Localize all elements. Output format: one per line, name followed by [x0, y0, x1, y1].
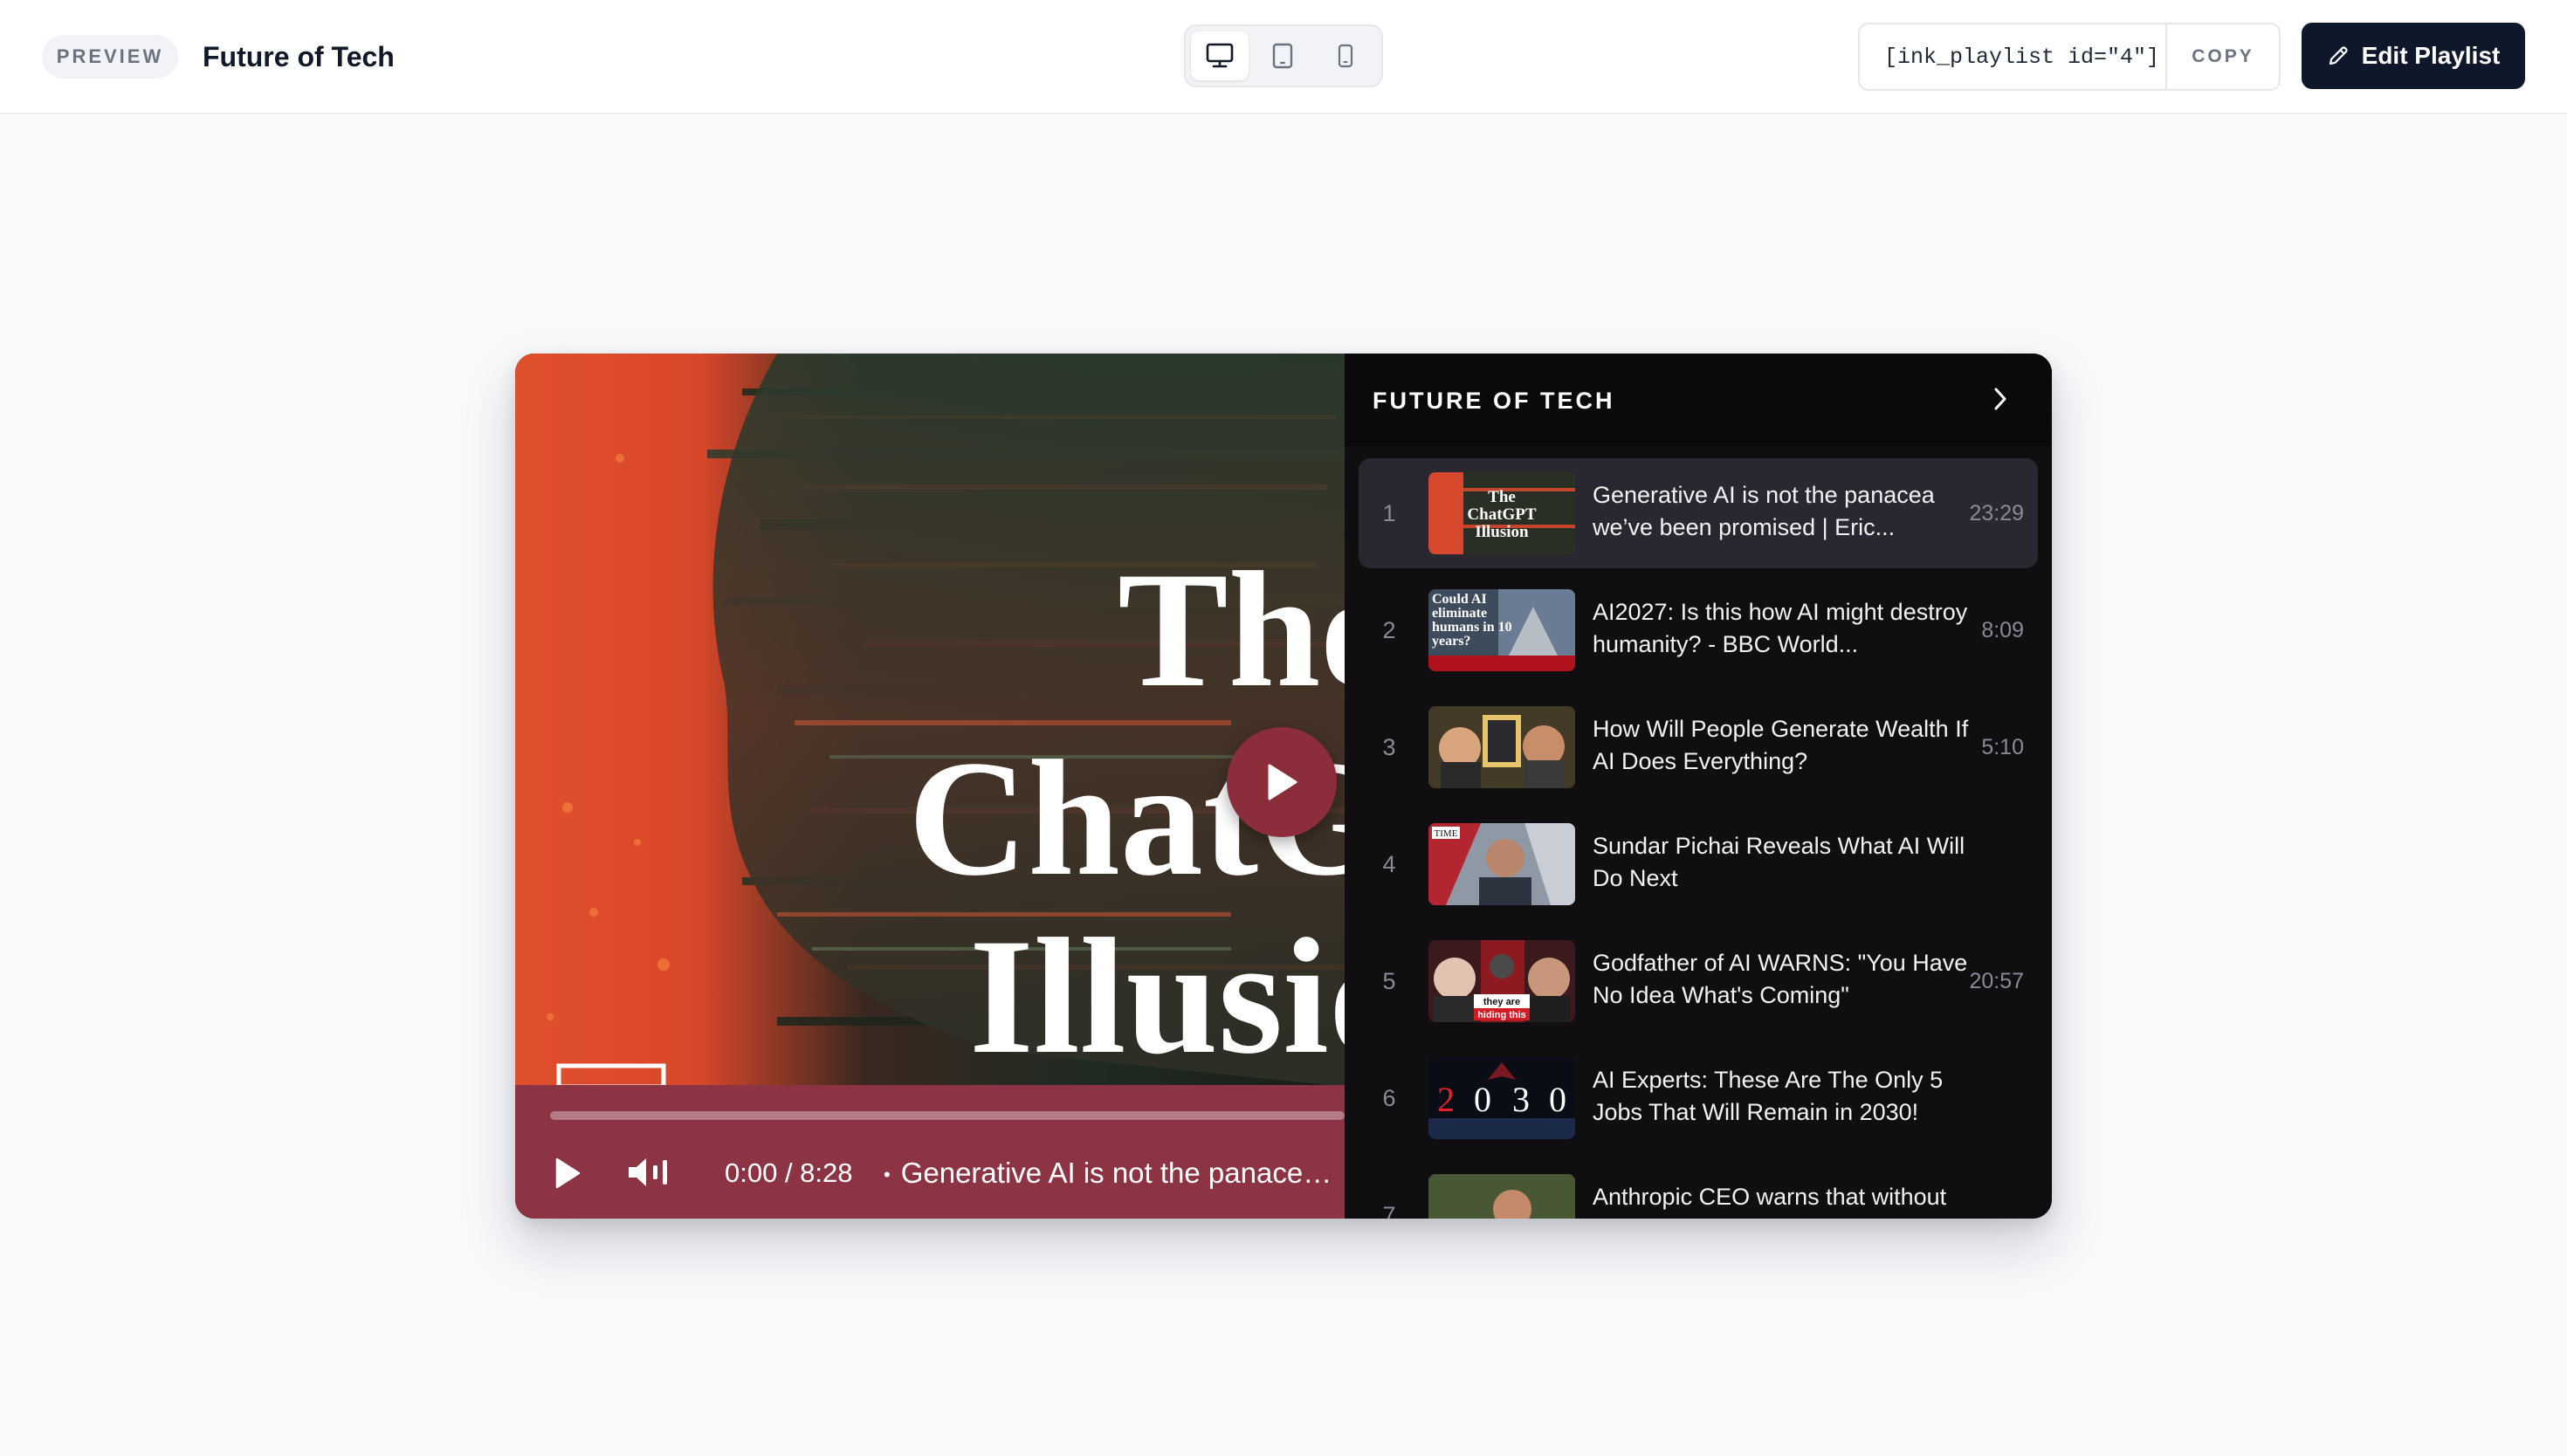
item-title: AI2027: Is this how AI might destroy hum… [1593, 599, 1968, 657]
top-bar: PREVIEW Future of Tech [ink_playlist id=… [0, 0, 2567, 114]
svg-text:Illusion: Illusion [1475, 523, 1529, 541]
copy-button[interactable]: COPY [2167, 24, 2279, 89]
device-switcher [1184, 24, 1383, 87]
shortcode-box: [ink_playlist id="4"] COPY [1858, 23, 2281, 91]
playlist-player: The ChatGPT Illusion 0:00 / 8:28 [515, 354, 2052, 1219]
item-duration: 5:10 [1981, 735, 2024, 759]
item-duration: 23:29 [1969, 501, 2024, 525]
svg-text:eliminate: eliminate [1432, 606, 1487, 621]
item-title: How Will People Generate Wealth If AI Do… [1593, 716, 1969, 774]
video-controls: 0:00 / 8:28 • Generative AI is not the pa… [515, 1085, 1345, 1219]
svg-text:0: 0 [1549, 1080, 1566, 1119]
poster-title-line-3: Illusion [969, 905, 1345, 1087]
volume-icon[interactable] [627, 1155, 672, 1190]
device-tablet-button[interactable] [1254, 31, 1311, 80]
play-icon[interactable] [554, 1157, 582, 1190]
svg-text:years?: years? [1432, 634, 1470, 649]
playlist-item[interactable]: 3 How Will People Generate Wealth If AI … [1359, 692, 2038, 802]
tablet-icon [1272, 43, 1293, 69]
playlist-item[interactable]: 2 Could AI eliminate humans in 10 years?… [1359, 575, 2038, 685]
item-thumbnail: TIME [1428, 823, 1575, 905]
playlist-item[interactable]: 1 The ChatGPT Illusion Generative AI is … [1359, 458, 2038, 568]
edit-playlist-label: Edit Playlist [2361, 42, 2501, 69]
svg-text:Could AI: Could AI [1432, 592, 1487, 607]
playlist-title: FUTURE OF TECH [1373, 388, 1615, 414]
item-index: 2 [1382, 617, 1396, 643]
item-title: Generative AI is not the panacea we’ve b… [1593, 482, 1935, 540]
video-area[interactable]: The ChatGPT Illusion 0:00 / 8:28 [515, 354, 1345, 1219]
item-index: 3 [1382, 734, 1396, 760]
svg-text:ChatGPT: ChatGPT [1467, 505, 1537, 524]
item-duration: 8:09 [1981, 618, 2024, 642]
item-title: Godfather of AI WARNS: "You Have No Idea… [1593, 950, 1968, 1008]
item-index: 6 [1382, 1085, 1396, 1111]
video-poster: The ChatGPT Illusion [515, 354, 1345, 1087]
svg-text:3: 3 [1512, 1080, 1530, 1119]
svg-text:The: The [1488, 488, 1516, 506]
svg-text:they are: they are [1483, 997, 1520, 1007]
pencil-icon [2329, 46, 2348, 65]
svg-text:2: 2 [1437, 1080, 1455, 1119]
now-playing-title: •Generative AI is not the panacea we’ve … [884, 1153, 1338, 1193]
playlist-header: FUTURE OF TECH [1345, 354, 2052, 446]
shortcode-text[interactable]: [ink_playlist id="4"] [1860, 24, 2167, 89]
device-desktop-button[interactable] [1191, 31, 1249, 80]
item-index: 7 [1382, 1202, 1396, 1219]
mobile-icon [1338, 44, 1353, 68]
device-mobile-button[interactable] [1317, 31, 1374, 80]
svg-text:0: 0 [1474, 1080, 1491, 1119]
item-title: Sundar Pichai Reveals What AI Will Do Ne… [1593, 833, 1965, 891]
time-readout: 0:00 / 8:28 [725, 1157, 853, 1188]
item-thumbnail: 2 0 3 0 [1428, 1057, 1575, 1139]
item-title: Anthropic CEO warns that without [1593, 1184, 1947, 1210]
page-title: Future of Tech [203, 41, 395, 72]
playlist-sidebar: FUTURE OF TECH 1 The ChatGPT Illusion Ge… [1345, 354, 2052, 1219]
item-thumbnail [1428, 1174, 1575, 1219]
playlist-item[interactable]: 6 2 0 3 0 AI Experts: These Are The Only… [1359, 1043, 2038, 1153]
item-thumbnail: they are hiding this [1428, 940, 1575, 1022]
chevron-right-icon[interactable] [1991, 385, 2010, 413]
item-thumbnail: Could AI eliminate humans in 10 years? [1428, 589, 1575, 671]
item-duration: 20:57 [1969, 969, 2024, 993]
poster-title-line-1: The [1118, 539, 1345, 722]
now-playing-text: Generative AI is not the panacea we’ve b… [900, 1157, 1338, 1189]
edit-playlist-button[interactable]: Edit Playlist [2302, 23, 2525, 89]
svg-text:hiding this: hiding this [1477, 1010, 1526, 1020]
progress-bar[interactable] [550, 1111, 1345, 1120]
desktop-icon [1206, 43, 1234, 68]
svg-text:TIME: TIME [1435, 828, 1458, 839]
item-thumbnail [1428, 706, 1575, 788]
svg-text:humans in 10: humans in 10 [1432, 620, 1512, 635]
item-thumbnail: The ChatGPT Illusion [1428, 472, 1575, 554]
big-play-button[interactable] [1227, 727, 1337, 837]
playlist-item[interactable]: 4 TIME Sundar Pichai Reveals What AI Wil… [1359, 809, 2038, 919]
item-index: 1 [1382, 500, 1396, 526]
playlist-item[interactable]: 5 they are hiding this Godfather of AI W… [1359, 926, 2038, 1036]
playlist-item[interactable]: 7 Anthropic CEO warns that without [1359, 1160, 2038, 1219]
item-index: 4 [1382, 851, 1396, 877]
play-icon [1268, 764, 1297, 800]
item-title: AI Experts: These Are The Only 5 Jobs Th… [1593, 1067, 1944, 1125]
item-index: 5 [1382, 968, 1396, 994]
preview-badge: PREVIEW [42, 35, 178, 79]
